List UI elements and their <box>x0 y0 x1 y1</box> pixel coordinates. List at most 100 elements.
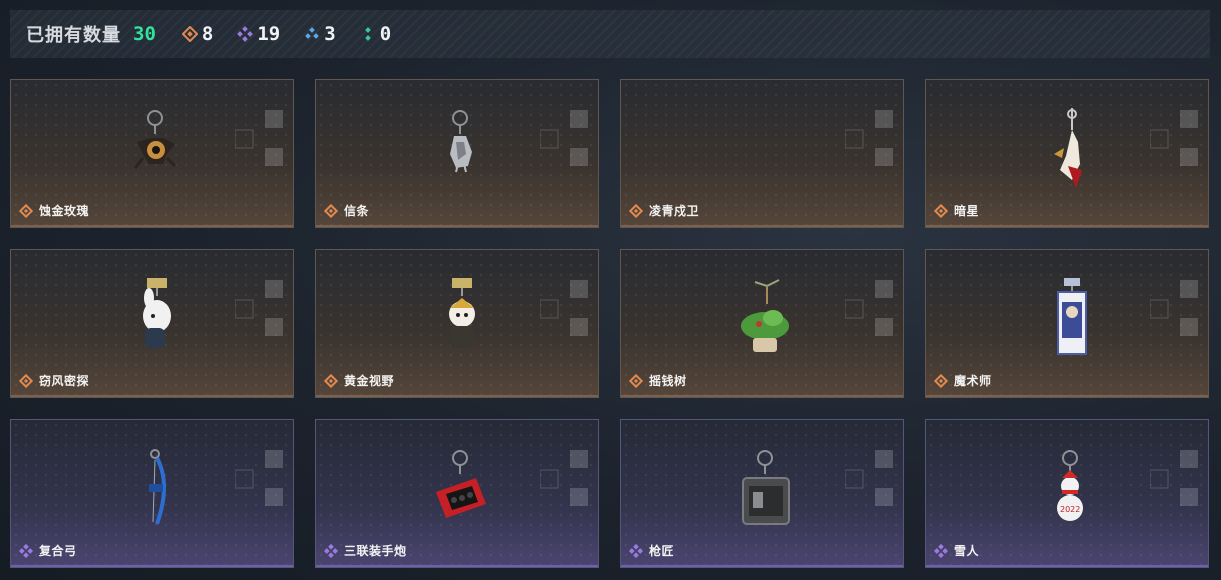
orange-rarity-icon <box>19 203 33 218</box>
charm-name: 三联装手炮 <box>344 544 407 558</box>
card-grid-decoration <box>845 450 893 506</box>
green-count-value: 0 <box>379 23 392 45</box>
charm-name: 信条 <box>344 204 370 218</box>
purple-rarity-icon <box>934 543 948 558</box>
charm-card[interactable]: 蚀金玫瑰 <box>10 79 294 228</box>
gunsmith-case-charm-icon <box>742 450 790 525</box>
rarity-bottom-line <box>621 565 903 567</box>
orange-rarity-icon <box>629 203 643 218</box>
charm-label: 三联装手炮 <box>324 542 407 559</box>
charm-card[interactable]: 2022 雪人 <box>925 419 1209 568</box>
purple-rarity-icon <box>19 543 33 558</box>
card-grid-decoration <box>235 280 283 336</box>
charm-name: 复合弓 <box>39 544 77 558</box>
orange-rarity-icon <box>629 373 643 388</box>
charm-card[interactable]: 三联装手炮 <box>315 419 599 568</box>
charm-name: 黄金视野 <box>344 374 395 388</box>
golden-vision-charm-icon <box>449 278 475 348</box>
compound-bow-charm-icon <box>149 449 166 525</box>
charm-label: 窃风密探 <box>19 372 89 389</box>
blue-rarity-icon <box>305 27 320 39</box>
charm-name: 凌青戍卫 <box>649 204 700 218</box>
charm-card[interactable]: 黄金视野 <box>315 249 599 398</box>
orange-rarity-icon <box>19 373 33 388</box>
blue-rarity-count: 3 <box>304 23 336 45</box>
charm-name: 暗星 <box>954 204 980 218</box>
card-grid-decoration <box>845 110 893 166</box>
card-grid-decoration <box>235 450 283 506</box>
card-grid-decoration <box>235 110 283 166</box>
dark-star-charm-icon <box>1054 108 1082 188</box>
charm-card[interactable]: 摇钱树 <box>620 249 904 398</box>
magician-card-charm-icon <box>1057 278 1087 355</box>
wind-spy-charm-icon <box>143 278 171 348</box>
charm-name: 魔术师 <box>954 374 992 388</box>
card-grid-decoration <box>540 280 588 336</box>
charm-label: 复合弓 <box>19 542 77 559</box>
rarity-bottom-line <box>11 225 293 227</box>
owned-count-label: 已拥有数量 <box>26 25 121 46</box>
card-grid-decoration <box>540 450 588 506</box>
charm-label: 蚀金玫瑰 <box>19 202 89 219</box>
hand-cannon-charm-icon <box>436 450 486 518</box>
purple-rarity-icon <box>629 543 643 558</box>
charm-label: 魔术师 <box>934 372 992 389</box>
charm-card[interactable]: 凌青戍卫 <box>620 79 904 228</box>
purple-rarity-icon <box>237 26 254 42</box>
charm-label: 雪人 <box>934 542 979 559</box>
orange-rarity-icon <box>934 203 948 218</box>
green-rarity-count: 0 <box>360 23 391 45</box>
charm-label: 摇钱树 <box>629 372 687 389</box>
rarity-bottom-line <box>316 395 598 397</box>
owned-count-total: 30 <box>133 23 156 45</box>
charm-name: 窃风密探 <box>39 374 90 388</box>
green-rarity-icon <box>364 27 371 41</box>
rarity-bottom-line <box>926 565 1208 567</box>
charm-label: 信条 <box>324 202 369 219</box>
rarity-bottom-line <box>926 395 1208 397</box>
card-grid-decoration <box>1150 110 1198 166</box>
rarity-bottom-line <box>621 395 903 397</box>
creed-charm-icon <box>450 110 472 173</box>
orange-rarity-count: 8 <box>181 23 214 45</box>
rarity-bottom-line <box>11 565 293 567</box>
gold-rose-charm-icon <box>133 110 177 169</box>
rarity-bottom-line <box>316 225 598 227</box>
snowman-charm-icon: 2022 <box>1057 450 1083 521</box>
charm-card[interactable]: 窃风密探 <box>10 249 294 398</box>
card-grid-decoration <box>540 110 588 166</box>
charm-label: 黄金视野 <box>324 372 394 389</box>
orange-rarity-icon <box>181 26 198 42</box>
card-grid-decoration <box>1150 450 1198 506</box>
purple-rarity-icon <box>324 543 338 558</box>
charm-card[interactable]: 魔术师 <box>925 249 1209 398</box>
charm-name: 摇钱树 <box>649 374 687 388</box>
orange-rarity-icon <box>324 203 338 218</box>
orange-rarity-icon <box>934 373 948 388</box>
charm-card[interactable]: 枪匠 <box>620 419 904 568</box>
charm-name: 蚀金玫瑰 <box>39 204 90 218</box>
svg-text:2022: 2022 <box>1060 505 1080 514</box>
empty-item-slot <box>733 108 797 196</box>
card-grid-decoration <box>1150 280 1198 336</box>
charm-card[interactable]: 信条 <box>315 79 599 228</box>
rarity-bottom-line <box>316 565 598 567</box>
purple-rarity-count: 19 <box>237 23 280 45</box>
owned-summary-bar: 已拥有数量 30 8 19 3 0 <box>10 10 1210 58</box>
charm-name: 雪人 <box>954 544 980 558</box>
rarity-bottom-line <box>11 395 293 397</box>
charm-name: 枪匠 <box>649 544 675 558</box>
charm-label: 暗星 <box>934 202 979 219</box>
rarity-bottom-line <box>926 225 1208 227</box>
purple-count-value: 19 <box>257 23 281 45</box>
orange-rarity-icon <box>324 373 338 388</box>
card-grid-decoration <box>845 280 893 336</box>
money-tree-charm-icon <box>741 279 789 352</box>
rarity-bottom-line <box>621 225 903 227</box>
charm-label: 凌青戍卫 <box>629 202 699 219</box>
orange-count-value: 8 <box>201 23 214 45</box>
charm-card[interactable]: 复合弓 <box>10 419 294 568</box>
blue-count-value: 3 <box>324 23 336 45</box>
charm-label: 枪匠 <box>629 542 674 559</box>
charm-card[interactable]: 暗星 <box>925 79 1209 228</box>
